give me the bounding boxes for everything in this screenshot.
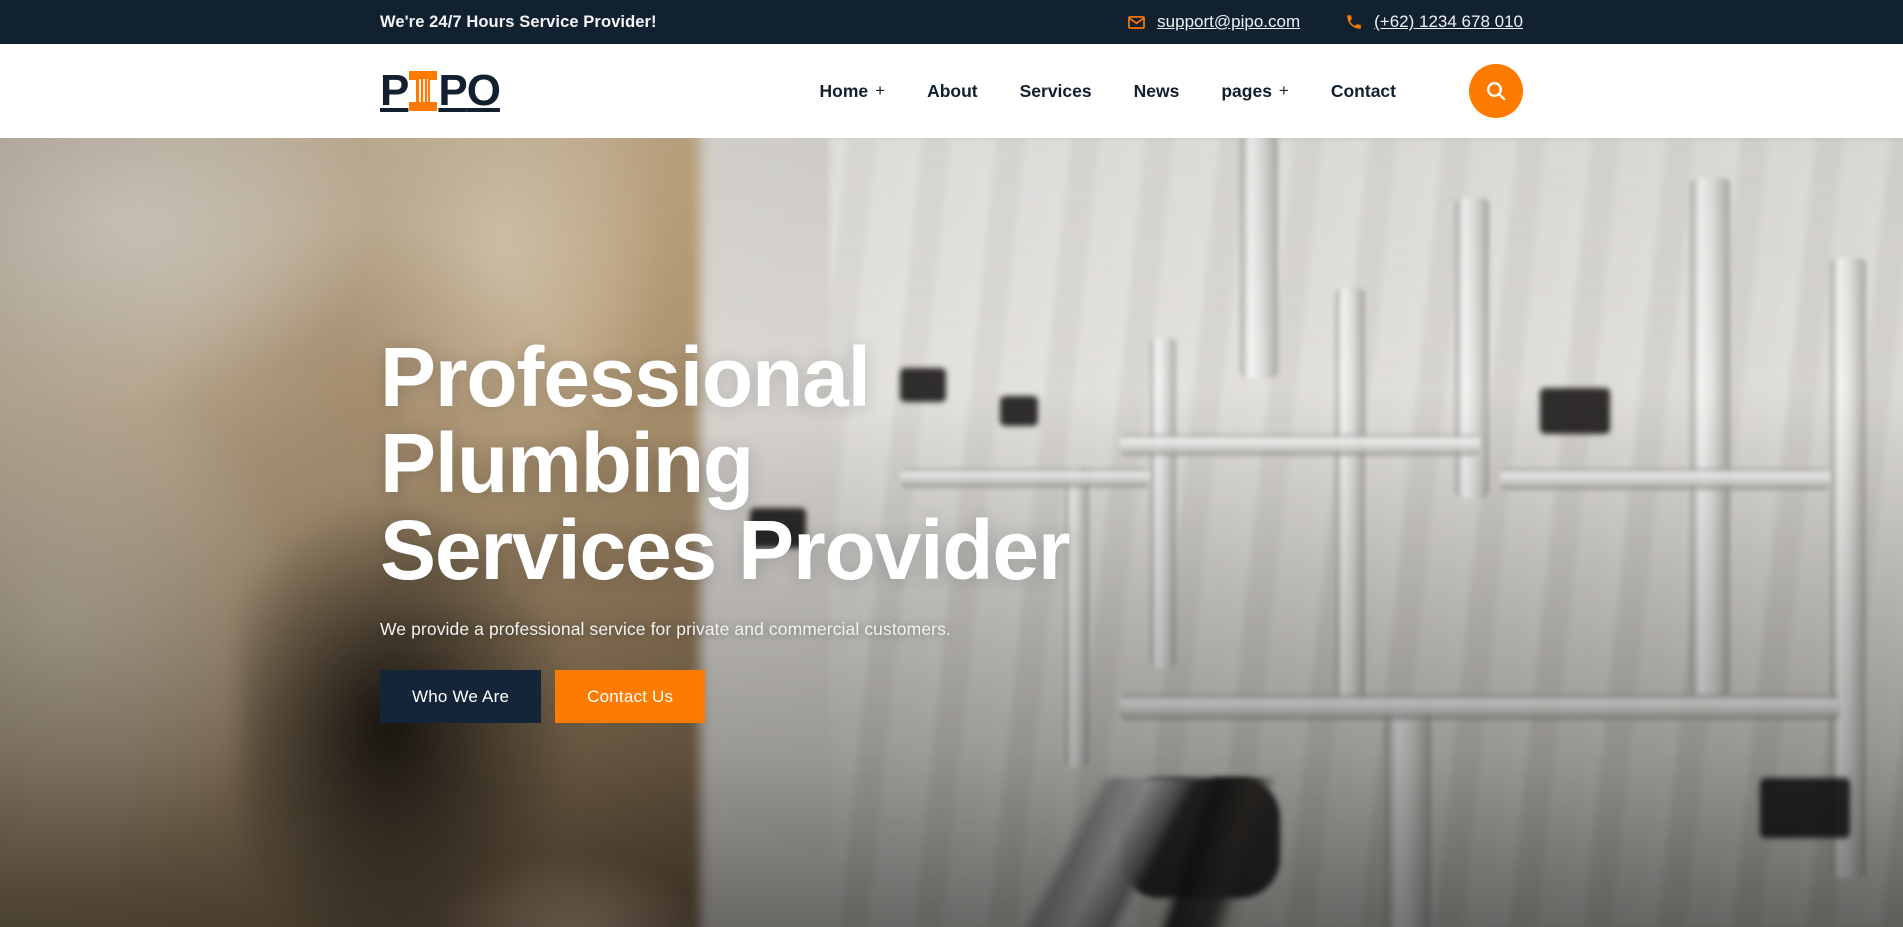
top-bar: We're 24/7 Hours Service Provider! suppo…	[0, 0, 1903, 44]
nav-label-home: Home	[819, 80, 869, 101]
chevron-plus-icon-pages: +	[1278, 81, 1289, 100]
nav-item-about[interactable]: About	[906, 81, 999, 102]
top-bar-inner: We're 24/7 Hours Service Provider! suppo…	[0, 12, 1903, 32]
phone-contact[interactable]: (+62) 1234 678 010	[1344, 12, 1523, 32]
hero-subtitle: We provide a professional service for pr…	[380, 619, 951, 640]
chevron-plus-icon-home: +	[875, 81, 886, 100]
logo-letter-p1: P	[380, 66, 409, 115]
hero-title-line-3: Services Provider	[380, 502, 1071, 597]
nav-item-news[interactable]: News	[1113, 81, 1201, 102]
nav-label-services: Services	[1019, 80, 1092, 101]
nav-label-contact: Contact	[1330, 80, 1396, 101]
logo-letter-p2: P	[438, 66, 467, 115]
nav-item-pages[interactable]: pages +	[1200, 81, 1310, 102]
hero-content: Professional Plumbing Services Provider …	[380, 138, 1071, 927]
top-bar-contacts: support@pipo.com (+62) 1234 678 010	[1127, 12, 1523, 32]
nav-label-pages: pages	[1221, 80, 1272, 101]
service-message: We're 24/7 Hours Service Provider!	[380, 12, 657, 31]
main-navigation: Home + About Services News pages + Conta…	[799, 64, 1523, 118]
pipe-icon	[409, 69, 438, 113]
logo-letter-o: O	[466, 66, 501, 115]
contact-us-button[interactable]: Contact Us	[555, 670, 706, 724]
envelope-icon	[1127, 13, 1146, 32]
search-icon	[1484, 79, 1508, 103]
site-header: P P O Home + About Services News pages +…	[0, 44, 1903, 138]
hero-title-line-1: Professional	[380, 329, 871, 424]
email-contact[interactable]: support@pipo.com	[1127, 12, 1300, 32]
hero-title: Professional Plumbing Services Provider	[380, 329, 1071, 597]
phone-icon	[1344, 13, 1363, 32]
nav-label-about: About	[927, 80, 978, 101]
nav-item-services[interactable]: Services	[999, 81, 1113, 102]
search-button[interactable]	[1469, 64, 1523, 118]
nav-item-home[interactable]: Home +	[799, 81, 907, 102]
hero-title-line-2: Plumbing	[380, 416, 754, 511]
nav-label-news: News	[1133, 80, 1180, 101]
header-inner: P P O Home + About Services News pages +…	[0, 64, 1903, 118]
hero-section: Professional Plumbing Services Provider …	[0, 138, 1903, 927]
email-text: support@pipo.com	[1157, 12, 1301, 31]
who-we-are-button[interactable]: Who We Are	[380, 670, 542, 724]
nav-item-contact[interactable]: Contact	[1310, 81, 1417, 102]
site-logo[interactable]: P P O	[380, 66, 501, 115]
phone-text: (+62) 1234 678 010	[1374, 12, 1523, 31]
hero-action-buttons: Who We Are Contact Us	[380, 670, 1069, 724]
